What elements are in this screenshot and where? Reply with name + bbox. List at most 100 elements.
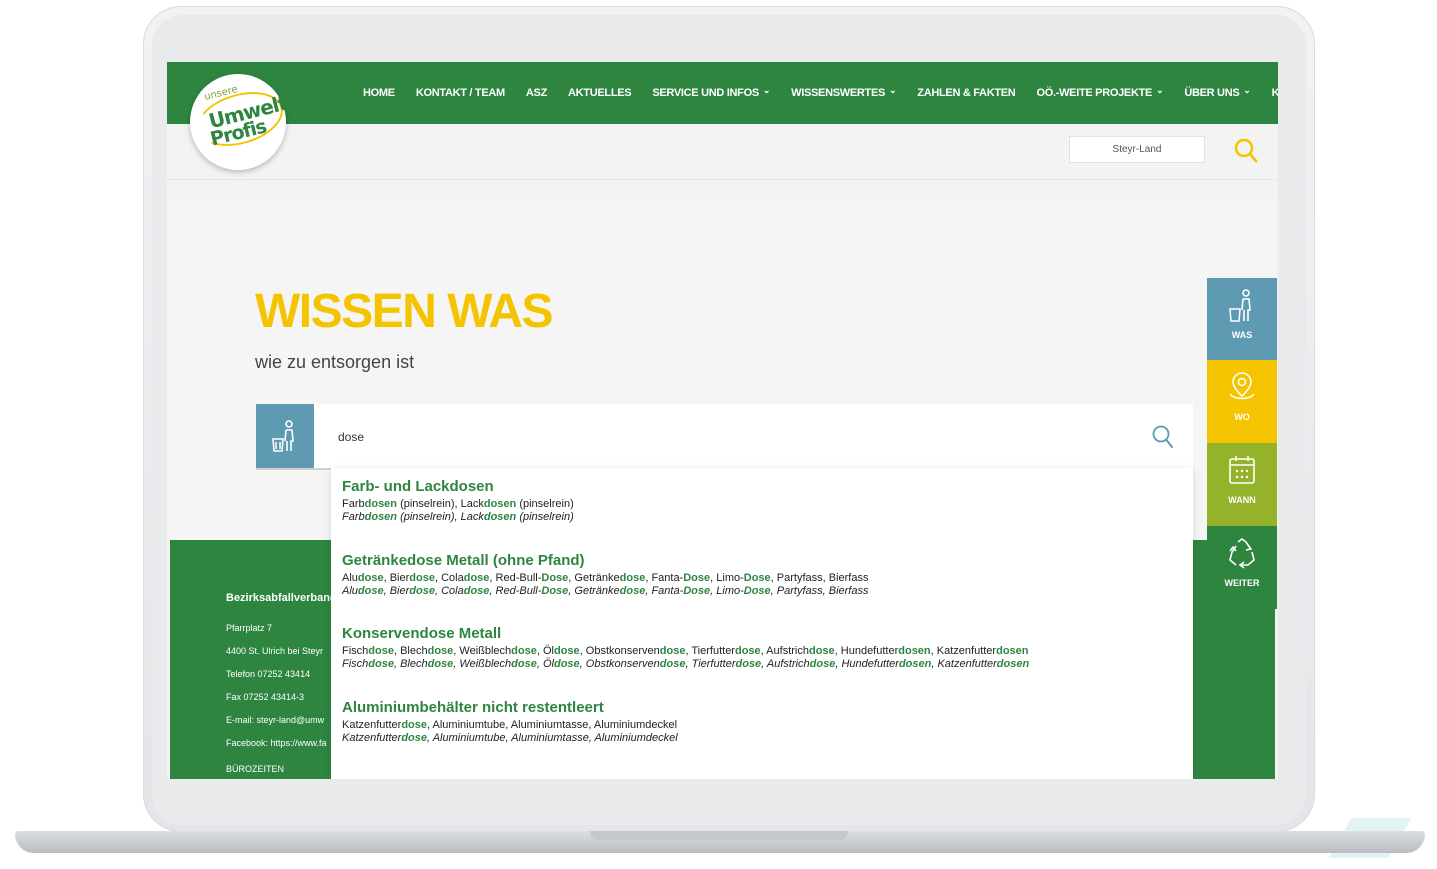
search-result-title: Getränkedose Metall (ohne Pfand) bbox=[342, 552, 585, 569]
nav-item[interactable]: ZAHLEN & FAKTEN bbox=[917, 87, 1015, 99]
footer-phone: Telefon 07252 43414 bbox=[226, 669, 311, 679]
search-match-highlight: dosen bbox=[483, 511, 517, 523]
laptop-notch bbox=[590, 831, 848, 840]
side-tab-weiter[interactable]: WEITER bbox=[1207, 526, 1277, 609]
search-result-text: Katzenfutter bbox=[342, 719, 402, 731]
search-match-highlight: dose bbox=[809, 658, 836, 670]
search-result-item[interactable]: Farb- und Lackdosen Farbdosen (pinselrein… bbox=[342, 478, 574, 523]
nav-item-label: SERVICE UND INFOS bbox=[652, 87, 759, 99]
footer-address: Pfarrplatz 7 bbox=[226, 623, 273, 633]
browser-screen: HOME KONTAKT / TEAM ASZ AKTUELLES SERVICE UN… bbox=[167, 62, 1278, 779]
footer-facebook[interactable]: Facebook: https://www.fa bbox=[226, 738, 327, 748]
side-tab-label: WO bbox=[1234, 412, 1250, 422]
search-match-highlight: dose bbox=[357, 585, 384, 597]
search-result-synonyms-italic: Katzenfutterdose, Aluminiumtube, Alumini… bbox=[342, 732, 678, 744]
search-result-text: , Partyfass, Bierfass bbox=[770, 572, 869, 584]
search-match-highlight: dose bbox=[659, 645, 686, 657]
chevron-down-icon: ⌄ bbox=[1156, 84, 1164, 95]
map-pin-icon bbox=[1229, 372, 1255, 400]
side-tab-wann[interactable]: WANN bbox=[1207, 443, 1277, 526]
search-result-synonyms: Aludose, Bierdose, Coladose, Red-Bull-Do… bbox=[342, 572, 868, 584]
search-match-highlight: dose bbox=[409, 585, 435, 597]
search-match-highlight: dosen bbox=[898, 658, 932, 670]
chevron-down-icon: ⌄ bbox=[1243, 84, 1251, 95]
main-navigation: HOME KONTAKT / TEAM ASZ AKTUELLES SERVICE UN… bbox=[363, 62, 1278, 124]
search-result-item[interactable]: Konservendose Metall Fischdose, Blechdose… bbox=[342, 625, 1029, 670]
search-match-highlight: dosen bbox=[898, 645, 931, 657]
search-result-text: (pinselrein), Lack bbox=[397, 498, 484, 510]
nav-item[interactable]: KONTAKT / TEAM bbox=[416, 87, 505, 99]
search-match-highlight: dosen bbox=[483, 498, 517, 510]
nav-item[interactable]: AKTUELLES bbox=[568, 87, 632, 99]
search-result-text: , Aluminiumtube, Aluminiumtasse, Alumini… bbox=[427, 719, 678, 731]
nav-item[interactable]: ÜBER UNS ⌄ bbox=[1184, 84, 1251, 100]
search-match-highlight: dose bbox=[735, 658, 762, 670]
nav-item[interactable]: WISSENSWERTES ⌄ bbox=[791, 85, 896, 100]
nav-item[interactable]: KARRIERE bbox=[1272, 87, 1278, 99]
search-result-text: (pinselrein) bbox=[516, 498, 574, 510]
side-tab-wo[interactable]: WO bbox=[1207, 360, 1277, 443]
search-results-dropdown: Farb- und Lackdosen Farbdosen (pinselrein… bbox=[331, 468, 1193, 779]
search-match-highlight: dose bbox=[427, 658, 454, 670]
search-result-text: , Katzenfutter bbox=[930, 645, 997, 657]
search-result-text: Farb bbox=[342, 511, 365, 523]
search-result-text: , Limo- bbox=[710, 572, 744, 584]
search-result-text: Fisch bbox=[342, 658, 369, 670]
search-match-highlight: dose bbox=[511, 658, 537, 670]
search-result-text: , Red-Bull- bbox=[489, 572, 542, 584]
region-selector[interactable]: Steyr-Land bbox=[1069, 136, 1205, 163]
search-match-highlight: dose bbox=[401, 719, 428, 731]
search-result-synonyms: Katzenfutterdose, Aluminiumtube, Alumini… bbox=[342, 719, 678, 731]
search-match-highlight: Dose bbox=[743, 585, 771, 597]
search-result-text: , Aufstrich bbox=[761, 658, 810, 670]
search-match-highlight: dose bbox=[511, 645, 537, 657]
trash-person-icon bbox=[1229, 289, 1251, 322]
search-result-text: , Blech bbox=[393, 658, 428, 670]
search-match-highlight: dose bbox=[401, 732, 428, 744]
search-result-text: , Getränke bbox=[568, 585, 620, 597]
search-match-highlight: Dose bbox=[541, 585, 569, 597]
side-tab-label: WAS bbox=[1231, 330, 1253, 340]
footer-fax: Fax 07252 43414-3 bbox=[226, 692, 305, 702]
search-match-highlight: dose bbox=[463, 572, 490, 584]
search-submit-icon[interactable] bbox=[1151, 424, 1175, 450]
nav-item[interactable]: HOME bbox=[363, 87, 395, 99]
footer-email[interactable]: E-mail: steyr-land@umw bbox=[226, 715, 324, 725]
search-result-text: , Weißblech bbox=[453, 658, 512, 670]
search-result-item[interactable]: Getränkedose Metall (ohne Pfand) Aludose,… bbox=[342, 552, 868, 597]
search-result-text: , Obstkonserven bbox=[579, 658, 660, 670]
search-result-item[interactable]: Aluminiumbehälter nicht restentleert Katz… bbox=[342, 699, 678, 744]
nav-item-label: KONTAKT / TEAM bbox=[415, 87, 505, 99]
search-result-text: , Blech bbox=[393, 645, 428, 657]
nav-item-label: AKTUELLES bbox=[568, 87, 632, 99]
nav-item[interactable]: OÖ.-WEITE PROJEKTE ⌄ bbox=[1036, 84, 1164, 100]
search-result-title: Konservendose Metall bbox=[342, 625, 502, 642]
search-match-highlight: Dose bbox=[743, 572, 771, 584]
search-result-synonyms-italic: Fischdose, Blechdose, Weißblechdose, Öld… bbox=[342, 658, 1029, 670]
recycle-icon bbox=[1229, 538, 1255, 569]
search-match-highlight: dose bbox=[659, 658, 686, 670]
nav-item[interactable]: SERVICE UND INFOS ⌄ bbox=[652, 85, 770, 100]
trash-person-icon bbox=[272, 420, 294, 452]
search-result-text: , Weißblech bbox=[453, 645, 512, 657]
search-match-highlight: dosen bbox=[364, 498, 398, 510]
search-result-text: , Tierfutter bbox=[685, 645, 735, 657]
nav-item-label: WISSENSWERTES bbox=[791, 87, 886, 99]
nav-item-label: KARRIERE bbox=[1271, 87, 1278, 99]
side-tab-was[interactable]: WAS bbox=[1207, 278, 1277, 360]
site-logo[interactable]: unsere Umwelt Profis bbox=[190, 74, 289, 170]
search-match-highlight: dosen bbox=[996, 658, 1030, 670]
search-result-text: (pinselrein) bbox=[516, 511, 574, 523]
search-result-synonyms: Fischdose, Blechdose, Weißblechdose, Öld… bbox=[342, 645, 1029, 657]
search-match-highlight: dose bbox=[619, 585, 646, 597]
search-match-highlight: Dose bbox=[683, 572, 711, 584]
nav-item[interactable]: ASZ bbox=[526, 87, 547, 99]
search-match-highlight: dosen bbox=[364, 511, 398, 523]
nav-item-label: OÖ.-WEITE PROJEKTE bbox=[1036, 87, 1153, 99]
search-result-synonyms-italic: Aludose, Bierdose, Coladose, Red-Bull-Do… bbox=[342, 585, 868, 597]
search-match-highlight: Dose bbox=[541, 572, 569, 584]
header-search-icon[interactable] bbox=[1233, 136, 1259, 166]
search-input[interactable]: dose bbox=[338, 430, 364, 444]
side-panel: WAS WO WANN WEITER bbox=[1207, 278, 1277, 609]
search-match-highlight: Dose bbox=[683, 585, 711, 597]
